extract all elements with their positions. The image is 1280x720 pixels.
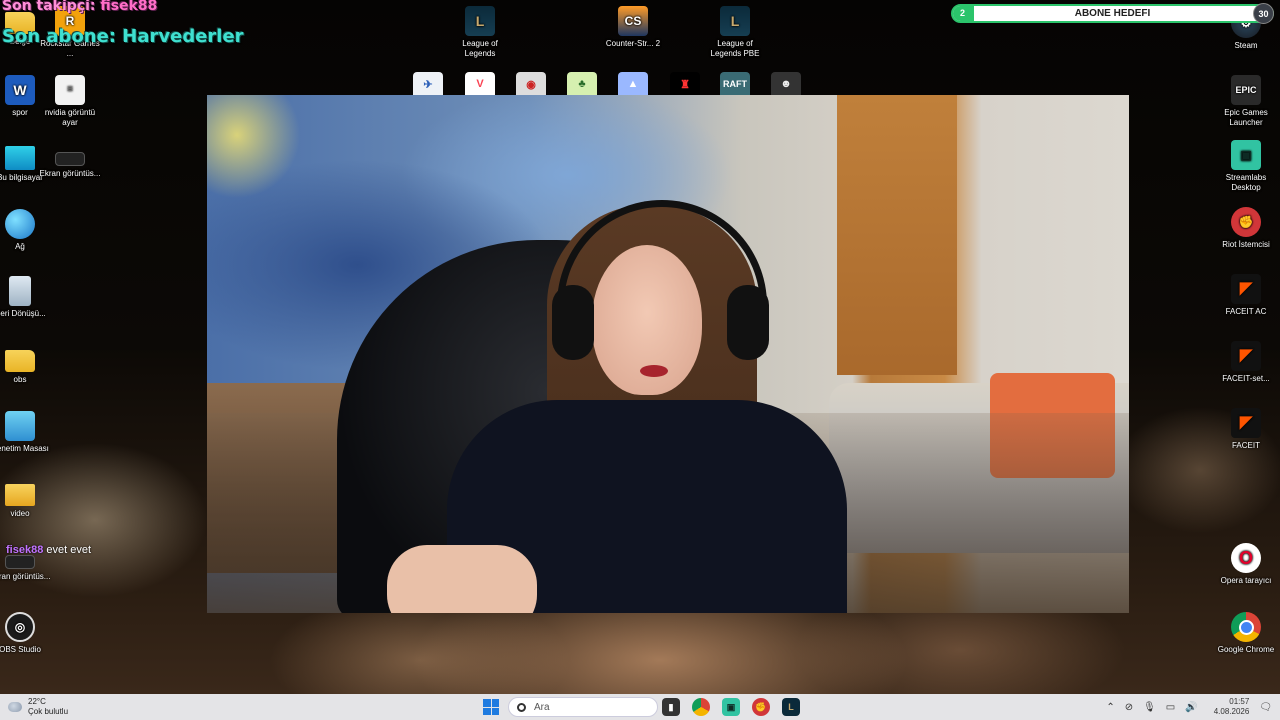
desktop-icon-league-pbe[interactable]: L League of Legends PBE xyxy=(702,6,768,59)
windows-logo-tile xyxy=(483,699,491,707)
network-icon xyxy=(5,209,35,239)
folder-icon xyxy=(5,484,35,506)
last-subscriber-alert: Son abone: Harvederler xyxy=(2,26,244,47)
desktop-icon-chrome[interactable]: Google Chrome xyxy=(1213,612,1279,655)
goal-target-count: 30 xyxy=(1253,3,1274,24)
windows-logo-tile xyxy=(483,707,491,715)
league-icon: L xyxy=(465,6,495,36)
desktop-icon-obs-folder[interactable]: obs xyxy=(0,344,53,385)
headphone-right xyxy=(727,285,769,360)
riot-taskbar-icon[interactable]: ✊ xyxy=(752,698,770,716)
chrome-icon xyxy=(1231,612,1261,642)
network-tray-icon[interactable]: ▭ xyxy=(1166,702,1175,713)
folder-icon xyxy=(5,350,35,372)
start-button[interactable] xyxy=(483,699,499,715)
streamlabs-taskbar-icon[interactable]: ▣ xyxy=(722,698,740,716)
file-explorer-icon[interactable]: ▮ xyxy=(662,698,680,716)
clock-date: 4.08.2026 xyxy=(1213,707,1250,716)
chat-message: fisek88 evet evet xyxy=(6,544,91,556)
word-icon: W xyxy=(5,75,35,105)
control-panel-icon xyxy=(5,411,35,441)
game-app-icon[interactable]: ☻ xyxy=(771,72,801,96)
document-icon: ≡ xyxy=(55,75,85,105)
taskbar: 22°C Çok bulutlu Ara ▮ ▣ ✊ L ⌃ ⊘ 🎙 ▭ 🔊 0… xyxy=(0,694,1280,720)
desktop-icon-video[interactable]: video xyxy=(0,478,53,519)
faceit-icon: ◤ xyxy=(1231,341,1261,371)
desktop-icon-cs2[interactable]: CS Counter-Str... 2 xyxy=(600,6,666,49)
game-app-icon[interactable]: ◉ xyxy=(516,72,546,96)
opera-icon: O xyxy=(1231,543,1261,573)
airplane-app-icon[interactable]: ✈ xyxy=(413,72,443,96)
cs2-icon: CS xyxy=(618,6,648,36)
screenshot-icon xyxy=(55,152,85,166)
league-taskbar-icon[interactable]: L xyxy=(782,698,800,716)
game-app-icon[interactable]: ▲ xyxy=(618,72,648,96)
goal-label: ABONE HEDEFI xyxy=(1074,8,1151,19)
search-icon xyxy=(517,702,526,712)
desktop-icon-riot[interactable]: ✊ Riot İstemcisi xyxy=(1213,207,1279,250)
desktop-icon-streamlabs[interactable]: ▣ Streamlabs Desktop xyxy=(1213,140,1279,193)
chrome-taskbar-icon[interactable] xyxy=(692,698,710,716)
screenshot-icon xyxy=(5,555,35,569)
volume-icon[interactable]: 🔊 xyxy=(1185,702,1197,713)
windows-logo-tile xyxy=(491,707,499,715)
game-app-icon[interactable]: ♣ xyxy=(567,72,597,96)
microphone-icon[interactable]: 🎙 xyxy=(1143,702,1156,713)
desktop-icon-obs-studio[interactable]: ◎ OBS Studio xyxy=(0,612,53,655)
chevron-up-icon[interactable]: ⌃ xyxy=(1106,702,1114,713)
notification-icon[interactable]: 🗨 xyxy=(1259,702,1272,713)
desktop-icon-opera[interactable]: O Opera tarayıcı xyxy=(1213,543,1279,586)
webcam-person-arm xyxy=(387,545,537,613)
faceit-icon: ◤ xyxy=(1231,274,1261,304)
weather-temperature: 22°C xyxy=(28,697,46,706)
chat-text: evet evet xyxy=(46,544,92,556)
system-tray: ⌃ ⊘ 🎙 ▭ 🔊 01:57 4.08.2026 🗨 xyxy=(1106,694,1272,720)
riot-icon: ✊ xyxy=(1231,207,1261,237)
headphone-left xyxy=(552,285,594,360)
obs-icon: ◎ xyxy=(5,612,35,642)
desktop-icon-faceit-ac[interactable]: ◤ FACEIT AC xyxy=(1213,274,1279,317)
desktop-icon-epic[interactable]: EPIC Epic Games Launcher xyxy=(1213,75,1279,128)
desktop-icon-faceit-setup[interactable]: ◤ FACEIT-set... xyxy=(1213,341,1279,384)
taskbar-search[interactable]: Ara xyxy=(508,697,658,717)
recycle-bin-icon xyxy=(9,276,31,306)
weather-widget[interactable]: 22°C Çok bulutlu xyxy=(8,697,68,717)
hidden-icons-icon[interactable]: ⊘ xyxy=(1125,702,1133,713)
clock[interactable]: 01:57 4.08.2026 xyxy=(1214,697,1250,717)
webcam-feed xyxy=(207,95,1129,613)
desktop-icon-network[interactable]: Ağ xyxy=(0,209,53,252)
valorant-icon[interactable]: V xyxy=(465,72,495,96)
chat-username: fisek88 xyxy=(6,544,44,556)
desktop-icon-screenshot-1[interactable]: Ekran görüntüs... xyxy=(37,142,103,179)
desktop-icon-league[interactable]: L League of Legends xyxy=(447,6,513,59)
windows-logo-tile xyxy=(491,699,499,707)
last-follower-alert: Son takipçi: fisek88 xyxy=(2,0,158,14)
clock-time: 01:57 xyxy=(1229,697,1250,706)
faceit-icon: ◤ xyxy=(1231,408,1261,438)
subscriber-goal-bar: 2 ABONE HEDEFI 30 xyxy=(951,3,1274,24)
epic-icon: EPIC xyxy=(1231,75,1261,105)
desktop-icon-recycle-bin[interactable]: Geri Dönüşü... xyxy=(0,276,53,319)
webcam-door xyxy=(837,95,957,375)
streamlabs-icon: ▣ xyxy=(1231,140,1261,170)
league-icon: L xyxy=(720,6,750,36)
monitor-icon xyxy=(5,146,35,170)
search-placeholder: Ara xyxy=(534,701,550,713)
game-app-icon[interactable]: ♜ xyxy=(670,72,700,96)
desktop-icon-faceit[interactable]: ◤ FACEIT xyxy=(1213,408,1279,451)
desktop-icon-nvidia[interactable]: ≡ nvidia görüntü ayar xyxy=(37,75,103,128)
cloud-icon xyxy=(8,702,22,712)
raft-icon[interactable]: RAFT xyxy=(720,72,750,96)
weather-condition: Çok bulutlu xyxy=(28,707,69,716)
desktop-icon-control-panel[interactable]: Denetim Masası xyxy=(0,411,53,454)
webcam-person-mouth xyxy=(640,365,668,377)
